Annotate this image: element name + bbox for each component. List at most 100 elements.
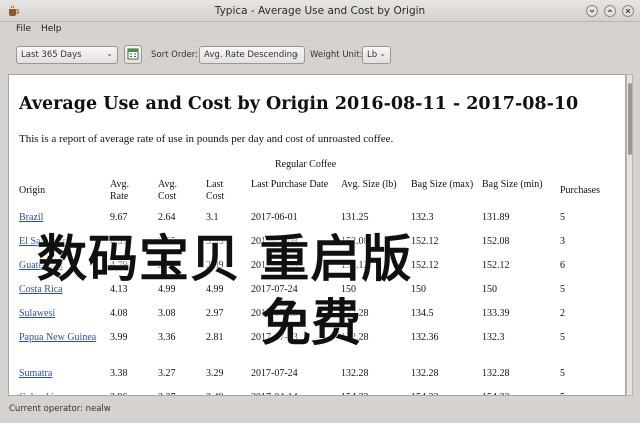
- date-range-value: Last 365 Days: [21, 50, 82, 60]
- title-bar: Typica - Average Use and Cost by Origin: [0, 0, 640, 22]
- cell-last-cost: 2.97: [206, 308, 224, 319]
- origin-link[interactable]: Brazil: [19, 212, 110, 236]
- cell-max: 134.5: [411, 308, 434, 319]
- status-text: Current operator: nealw: [9, 404, 111, 414]
- cell-last-cost: 3.1: [206, 212, 219, 223]
- sort-order-select[interactable]: Avg. Rate Descending ⌄: [199, 46, 305, 64]
- cell-date: 2017-04-14: [251, 392, 341, 395]
- vertical-scrollbar[interactable]: [626, 74, 633, 396]
- menu-help[interactable]: Help: [41, 24, 62, 34]
- cell-avg-cost: 3.08: [158, 308, 176, 319]
- origin-link[interactable]: Colombia: [19, 392, 110, 395]
- cell-rate: 4.08: [110, 308, 128, 319]
- cell-rate: 4.79: [110, 260, 128, 271]
- cell-purchases: 5: [560, 284, 565, 295]
- origin-link[interactable]: Guatemala: [19, 260, 110, 284]
- cell-max: 154.32: [411, 392, 482, 395]
- cell-rate: 9.67: [110, 212, 128, 223]
- calendar-button[interactable]: [124, 45, 142, 64]
- date-range-select[interactable]: Last 365 Days ⌄: [16, 46, 118, 64]
- weight-unit-select[interactable]: Lb ⌄: [362, 46, 391, 64]
- sort-order-label: Sort Order:: [151, 50, 198, 60]
- cell-last-cost: 3.55: [206, 236, 224, 247]
- cell-purchases: 2: [560, 308, 565, 319]
- origin-link[interactable]: Costa Rica: [19, 284, 110, 308]
- table-row: Sumatra 3.38 3.27 3.29 2017-07-24 132.28 132.2…: [19, 368, 610, 392]
- origin-link[interactable]: Sulawesi: [19, 308, 110, 332]
- cell-avg-cost: 3.55: [158, 236, 176, 247]
- cell-purchases: 3: [560, 236, 565, 247]
- table-row: Costa Rica 4.13 4.99 4.99 2017-07-24 150 150 15…: [19, 284, 610, 308]
- cell-purchases: 5: [560, 212, 565, 223]
- cell-purchases: 5: [560, 392, 610, 395]
- table-row: Colombia2.962.272.492017-04-14154.32154.…: [19, 392, 610, 395]
- cell-size: 150: [341, 284, 356, 295]
- header-last-cost: Last Cost: [206, 179, 225, 202]
- toolbar: Last 365 Days ⌄ Sort Order: Avg. Rate De…: [0, 39, 640, 72]
- cell-max: 152.12: [411, 236, 439, 247]
- cell-date: 2017-06-01: [251, 212, 298, 223]
- chevron-down-icon: ⌄: [293, 49, 300, 58]
- cell-avg-cost: 2.99: [158, 260, 176, 271]
- origin-link[interactable]: El Salvador: [19, 236, 110, 260]
- chevron-down-icon: ⌄: [379, 49, 386, 58]
- menu-bar: File Help: [0, 22, 640, 38]
- report-description: This is a report of average rate of use …: [19, 133, 394, 145]
- cell-size: 154.32: [341, 392, 411, 395]
- cell-last-cost: 2.49: [206, 392, 251, 395]
- status-bar: Current operator: nealw: [0, 400, 640, 423]
- cell-avg-cost: 3.36: [158, 332, 176, 343]
- header-purchases: Purchases: [560, 185, 600, 196]
- cell-rate: 3.99: [110, 332, 128, 343]
- report-table: Brazil 9.67 2.64 3.1 2017-06-01 131.25 132.3 13…: [19, 212, 610, 395]
- cell-last-cost: 3.29: [206, 368, 224, 379]
- table-row: Sulawesi 4.08 3.08 2.97 2017-07-13 132.28 134.…: [19, 308, 610, 332]
- origin-link[interactable]: Papua New Guinea: [19, 332, 110, 368]
- cell-date: 2017-07-13: [251, 332, 298, 343]
- menu-file[interactable]: File: [16, 24, 31, 34]
- report-view: Average Use and Cost by Origin 2016-08-1…: [8, 74, 626, 396]
- header-avg-cost: Avg. Cost: [158, 179, 177, 202]
- weight-unit-label: Weight Unit:: [310, 50, 363, 60]
- origin-link[interactable]: Sumatra: [19, 368, 110, 392]
- cell-rate: 2.96: [110, 392, 158, 395]
- minimize-button[interactable]: [586, 5, 598, 17]
- cell-max: 150: [411, 284, 426, 295]
- cell-purchases: 5: [560, 332, 565, 343]
- cell-min: 152.12: [482, 260, 510, 271]
- report-title: Average Use and Cost by Origin 2016-08-1…: [19, 94, 579, 114]
- cell-purchases: 5: [560, 368, 565, 379]
- cell-max: 152.12: [411, 260, 439, 271]
- cell-date: 2017-07-24: [251, 368, 298, 379]
- cell-min: 154.32: [482, 392, 560, 395]
- cell-max: 132.3: [411, 212, 434, 223]
- cell-purchases: 6: [560, 260, 565, 271]
- header-avg-size: Avg. Size (lb): [341, 179, 397, 190]
- table-row: Brazil 9.67 2.64 3.1 2017-06-01 131.25 132.3 13…: [19, 212, 610, 236]
- cell-date: 2017-06-08: [251, 236, 298, 247]
- cell-date: 2017-07-24: [251, 284, 298, 295]
- table-row: Papua New Guinea 3.99 3.36 2.81 2017-07-13 13…: [19, 332, 610, 368]
- cell-min: 133.39: [482, 308, 510, 319]
- close-button[interactable]: [622, 5, 634, 17]
- maximize-button[interactable]: [604, 5, 616, 17]
- cell-date: 2017-07-13: [251, 308, 298, 319]
- header-bag-size-max: Bag Size (max): [411, 179, 474, 190]
- cell-last-cost: 2.81: [206, 332, 224, 343]
- minimize-icon: [589, 9, 595, 13]
- cell-rate: 6.51: [110, 236, 128, 247]
- cell-size: 131.25: [341, 212, 369, 223]
- maximize-icon: [607, 9, 613, 13]
- scrollbar-thumb[interactable]: [628, 83, 632, 155]
- cell-last-cost: 2.89: [206, 260, 224, 271]
- cell-min: 150: [482, 284, 497, 295]
- cell-avg-cost: 4.99: [158, 284, 176, 295]
- header-avg-rate: Avg. Rate: [110, 179, 129, 202]
- cell-min: 132.3: [482, 332, 505, 343]
- weight-unit-value: Lb: [367, 50, 378, 60]
- calendar-icon: [127, 48, 139, 60]
- cell-date: 2017-06-15: [251, 260, 298, 271]
- cell-size: 132.28: [341, 308, 369, 319]
- cell-avg-cost: 2.27: [158, 392, 206, 395]
- cell-min: 131.89: [482, 212, 510, 223]
